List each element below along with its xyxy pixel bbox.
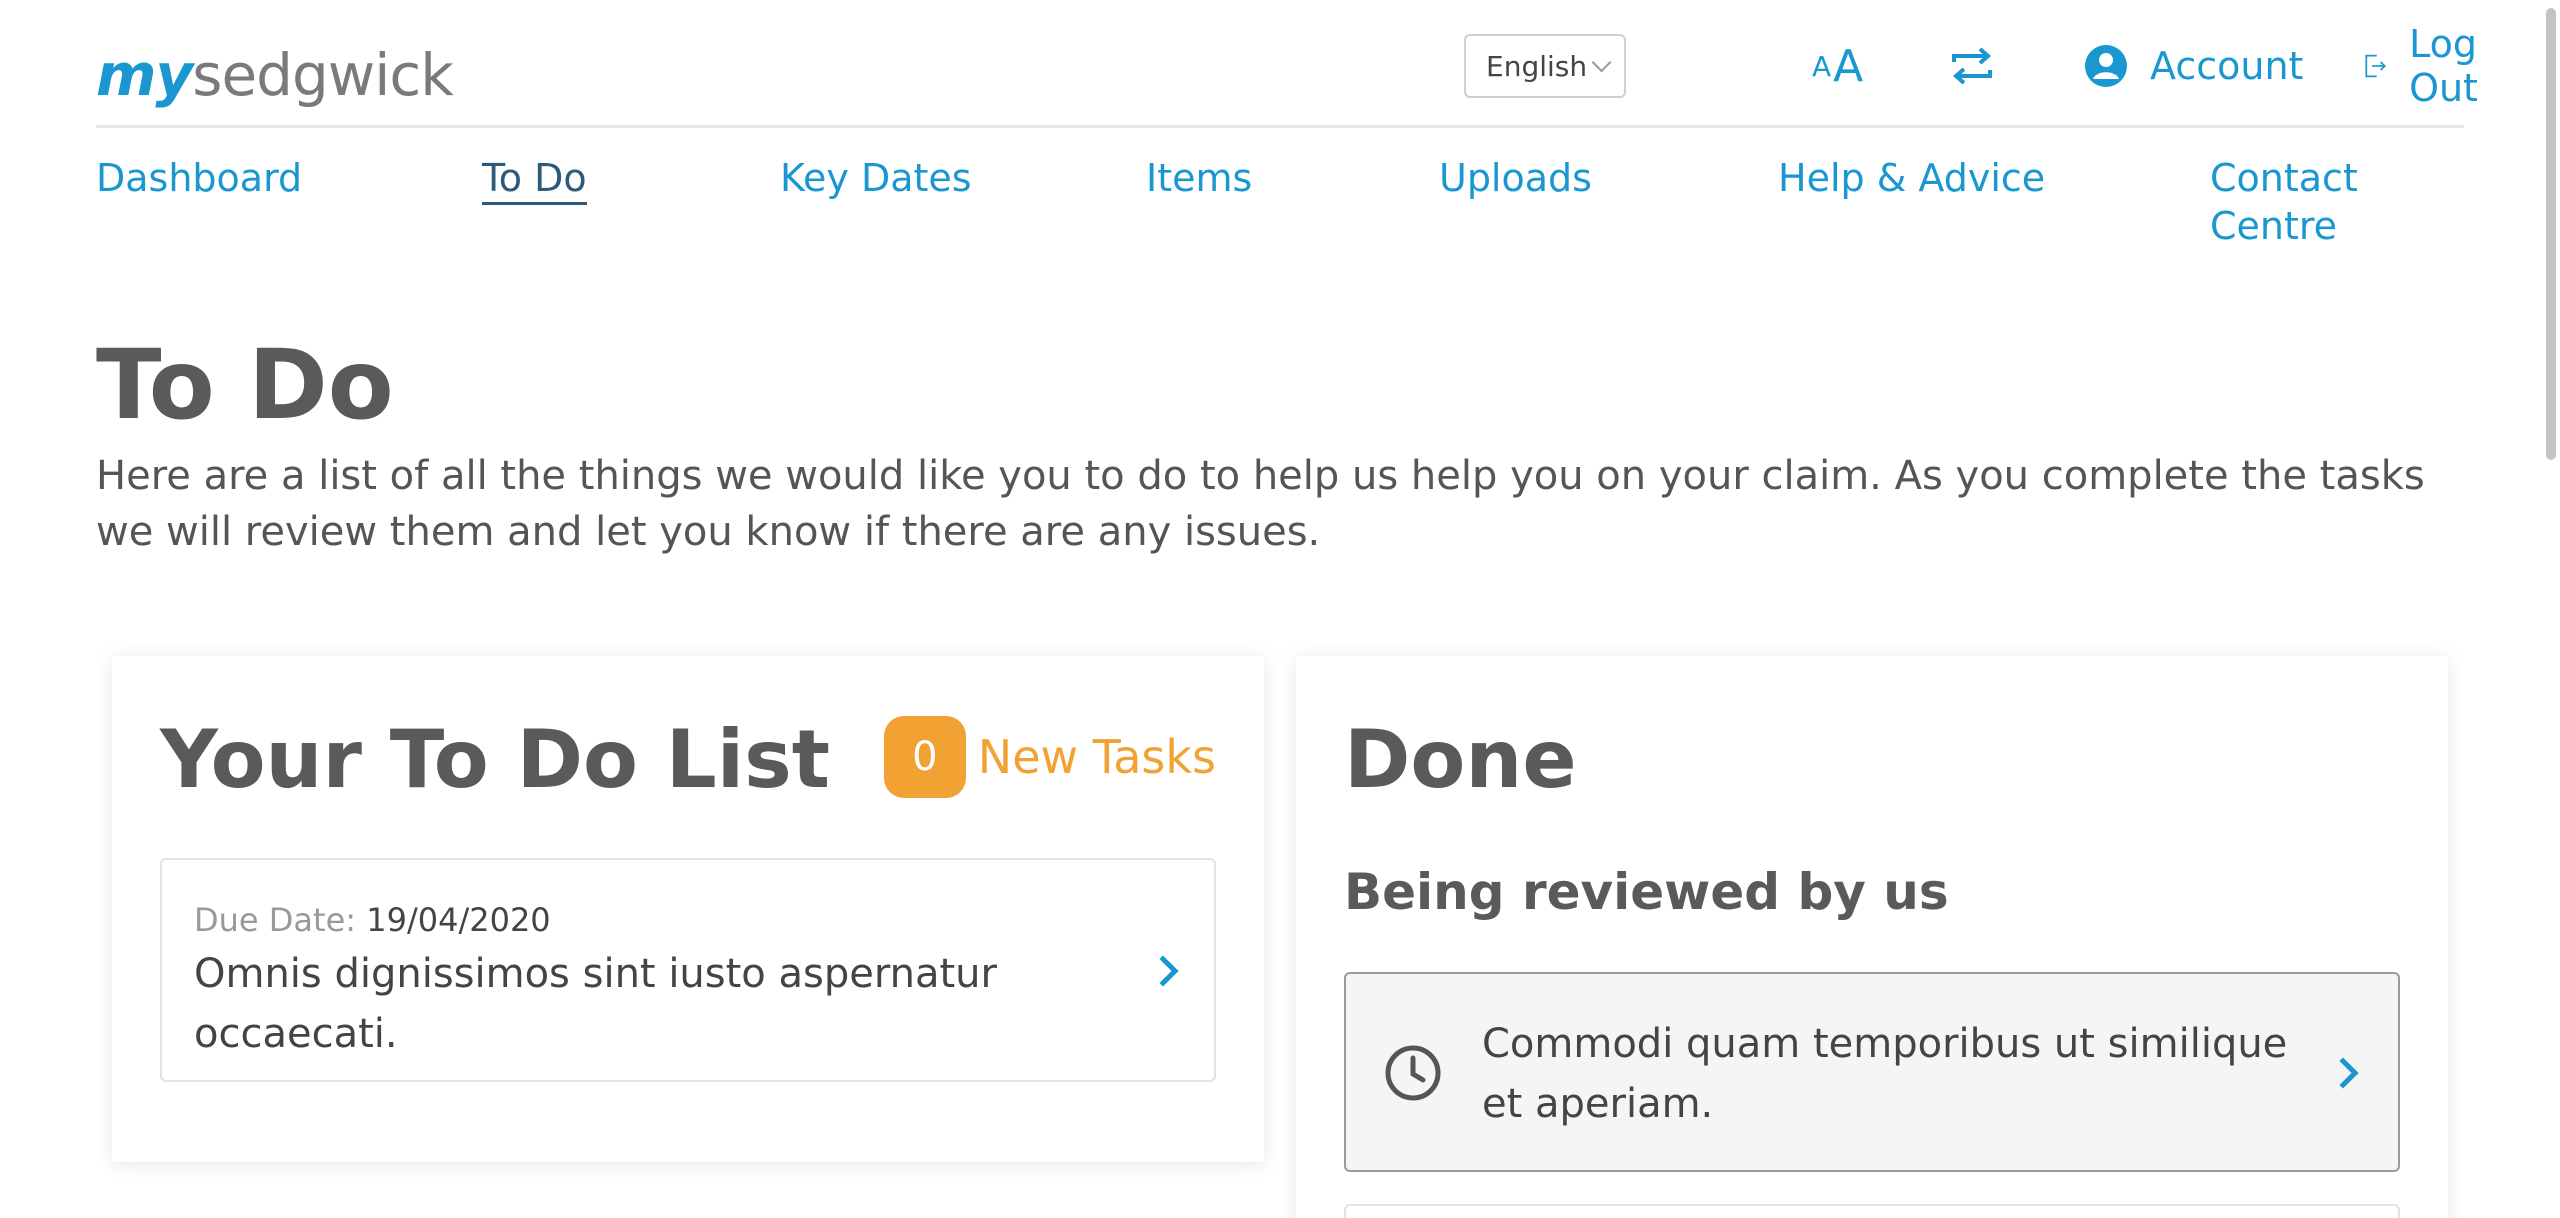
page-scrollbar[interactable] xyxy=(2542,0,2560,1218)
review-task-item-partial[interactable] xyxy=(1344,1204,2400,1218)
nav-to-do[interactable]: To Do xyxy=(482,154,587,205)
new-tasks-badge: 0 xyxy=(883,716,966,798)
chevron-right-icon xyxy=(2327,1057,2359,1089)
chevron-down-icon xyxy=(1591,52,1612,73)
language-value: English xyxy=(1486,49,1588,83)
new-tasks-indicator: 0 New Tasks xyxy=(883,716,1216,798)
text-size-large: A xyxy=(1833,40,1864,92)
text-size-small: A xyxy=(1812,49,1832,83)
nav-dashboard[interactable]: Dashboard xyxy=(96,154,302,202)
logout-label: Log Out xyxy=(2409,22,2478,110)
nav-contact-centre[interactable]: Contact Centre xyxy=(2210,154,2464,250)
nav-uploads[interactable]: Uploads xyxy=(1439,154,1592,202)
text-size-button[interactable]: A A xyxy=(1812,36,1863,96)
page-intro: Here are a list of all the things we wou… xyxy=(96,453,2425,555)
account-icon xyxy=(2085,45,2127,87)
review-task-item[interactable]: Commodi quam temporibus ut similique et … xyxy=(1344,972,2400,1172)
language-select[interactable]: English xyxy=(1464,34,1626,98)
page-title: To Do xyxy=(96,329,394,441)
done-title: Done xyxy=(1344,713,1577,806)
todo-task-item[interactable]: Due Date: 19/04/2020 Omnis dignissimos s… xyxy=(160,858,1216,1082)
swap-button[interactable] xyxy=(1950,36,1994,96)
logout-icon xyxy=(2365,54,2386,78)
nav-help-advice[interactable]: Help & Advice xyxy=(1778,154,2045,202)
task-description: Omnis dignissimos sint iusto aspernatur … xyxy=(194,951,997,1057)
task-due-date: Due Date: 19/04/2020 xyxy=(194,900,551,940)
nav-items[interactable]: Items xyxy=(1146,154,1252,202)
due-date-label: Due Date: xyxy=(194,901,357,939)
being-reviewed-heading: Being reviewed by us xyxy=(1344,863,1949,921)
done-card: Done Being reviewed by us Commodi quam t… xyxy=(1296,656,2448,1218)
clock-icon xyxy=(1385,1045,1441,1101)
chevron-right-icon xyxy=(1147,955,1179,987)
todo-list-card: Your To Do List 0 New Tasks Due Date: 19… xyxy=(112,656,1264,1162)
logout-link[interactable]: Log Out xyxy=(2364,22,2495,110)
account-link[interactable]: Account xyxy=(2084,36,2303,96)
logo-brand: sedgwick xyxy=(192,41,454,109)
mysedgwick-logo[interactable]: my sedgwick xyxy=(96,24,454,109)
todo-list-title: Your To Do List xyxy=(160,713,831,806)
due-date-value: 19/04/2020 xyxy=(366,901,551,939)
nav-key-dates[interactable]: Key Dates xyxy=(780,154,972,202)
swap-icon xyxy=(1952,47,1992,85)
review-task-description: Commodi quam temporibus ut similique et … xyxy=(1482,1021,2288,1127)
account-label: Account xyxy=(2150,44,2304,88)
new-tasks-label: New Tasks xyxy=(977,730,1216,784)
logo-my: my xyxy=(96,41,193,109)
scrollbar-thumb[interactable] xyxy=(2546,8,2556,460)
main-nav: Dashboard To Do Key Dates Items Uploads … xyxy=(96,154,2464,248)
site-header: my sedgwick English A A Account Log Out xyxy=(96,0,2478,128)
